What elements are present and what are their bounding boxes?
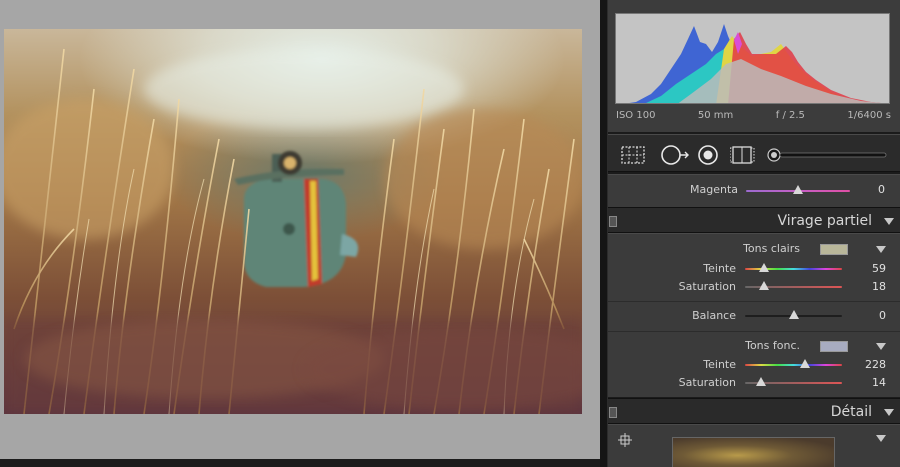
- graduated-filter-icon: [729, 146, 755, 164]
- detail-preview-thumbnail: [672, 437, 835, 467]
- magenta-slider-thumb[interactable]: [793, 185, 803, 194]
- adjustment-brush-tool[interactable]: [766, 145, 888, 168]
- histogram[interactable]: [615, 13, 890, 104]
- shadows-color-swatch[interactable]: [820, 341, 848, 352]
- highlights-label: Tons clairs: [743, 242, 800, 255]
- detail-header[interactable]: Détail: [608, 398, 900, 424]
- slider-label: Balance: [692, 309, 736, 322]
- slider-value: 59: [872, 262, 886, 275]
- tool-strip: [608, 134, 900, 172]
- red-eye-icon: [698, 145, 718, 165]
- shadows-menu-triangle-icon[interactable]: [876, 343, 886, 350]
- shadows-hue-slider-track[interactable]: [745, 364, 842, 366]
- highlights-hue-slider-row: Teinte 59: [608, 262, 900, 278]
- slider-label: Magenta: [689, 183, 738, 196]
- target-crosshair-icon[interactable]: [618, 433, 632, 447]
- divider: [608, 331, 900, 332]
- slider-value: 0: [878, 183, 885, 196]
- highlights-menu-triangle-icon[interactable]: [876, 246, 886, 253]
- panel-toggle-switch[interactable]: [609, 216, 617, 227]
- iso-value: ISO 100: [616, 110, 656, 121]
- shadows-label: Tons fonc.: [745, 339, 800, 352]
- detail-section: [608, 424, 900, 467]
- slider-label: Saturation: [678, 280, 736, 293]
- slider-value: 14: [872, 376, 886, 389]
- panel-scrollbar[interactable]: [600, 0, 608, 467]
- highlights-saturation-slider-row: Saturation 18: [608, 280, 900, 296]
- highlights-color-swatch[interactable]: [820, 244, 848, 255]
- focal-length-value: 50 mm: [697, 110, 734, 121]
- shutter-speed-value: 1/6400 s: [847, 110, 891, 121]
- slider-label: Teinte: [703, 262, 736, 275]
- photo-work-area[interactable]: [0, 0, 600, 467]
- shadows-saturation-slider-thumb[interactable]: [755, 377, 766, 386]
- red-eye-tool[interactable]: [696, 145, 720, 168]
- spot-removal-tool[interactable]: [660, 145, 690, 168]
- highlights-saturation-slider-thumb[interactable]: [759, 281, 770, 290]
- aperture-value: f / 2.5: [775, 110, 805, 121]
- balance-slider-thumb[interactable]: [788, 310, 799, 319]
- shadows-saturation-slider-row: Saturation 14: [608, 376, 900, 392]
- slider-value: 228: [865, 358, 886, 371]
- highlights-hue-slider-thumb[interactable]: [759, 263, 770, 272]
- divider: [608, 301, 900, 302]
- camera-info-row: ISO 100 50 mm f / 2.5 1/6400 s: [616, 110, 891, 124]
- adjustment-brush-icon: [767, 148, 887, 162]
- detail-menu-triangle-icon[interactable]: [876, 435, 886, 442]
- photo-image: [4, 48, 582, 414]
- collapse-triangle-icon[interactable]: [884, 409, 894, 416]
- slider-value: 0: [879, 309, 886, 322]
- photo-preview[interactable]: [4, 29, 582, 414]
- split-toning-section: Tons clairs Teinte 59 Saturation 18 Bala…: [608, 233, 900, 397]
- collapse-triangle-icon[interactable]: [884, 218, 894, 225]
- graduated-filter-tool[interactable]: [729, 145, 756, 168]
- shadows-hue-slider-row: Teinte 228: [608, 358, 900, 374]
- split-toning-header[interactable]: Virage partiel: [608, 207, 900, 233]
- panel-toggle-switch[interactable]: [609, 407, 617, 418]
- slider-label: Saturation: [678, 376, 736, 389]
- histogram-graph: [629, 24, 881, 103]
- magenta-slider-row: Magenta 0: [608, 183, 900, 199]
- section-title: Détail: [830, 404, 872, 420]
- crop-grid-icon: [621, 146, 645, 164]
- slider-label: Teinte: [703, 358, 736, 371]
- hsl-section-tail: Magenta 0: [608, 174, 900, 207]
- grid-crop-tool[interactable]: [620, 145, 646, 168]
- spot-removal-icon: [661, 145, 689, 165]
- balance-slider-row: Balance 0: [608, 309, 900, 325]
- shadows-hue-slider-thumb[interactable]: [800, 359, 811, 368]
- slider-value: 18: [872, 280, 886, 293]
- section-title: Virage partiel: [777, 213, 872, 229]
